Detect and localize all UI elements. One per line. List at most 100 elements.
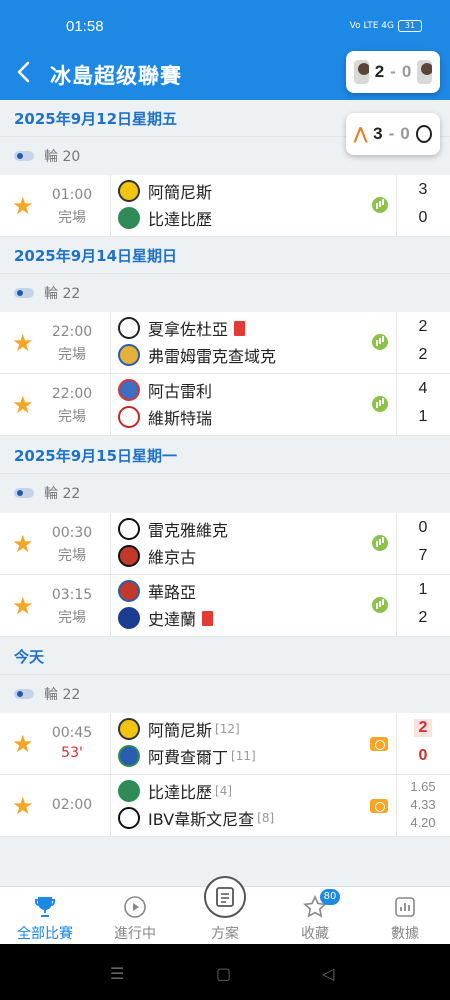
home-score: 0 [418, 519, 428, 536]
nav-live[interactable]: 進行中 [90, 887, 180, 945]
team-rank: [8] [257, 811, 275, 825]
live-score-card[interactable]: 2 - 0 [346, 51, 440, 93]
match-minute: 53' [61, 745, 83, 761]
match-row[interactable]: ★ 00:45 53' 阿簡尼斯 [12] 阿費查爾丁 [11] 2 0 [0, 713, 450, 775]
favorite-star-icon[interactable]: ★ [12, 793, 34, 819]
match-status: 完場 [58, 210, 86, 226]
favorite-star-icon[interactable]: ★ [12, 193, 34, 219]
nav-favorites[interactable]: 收藏 [270, 887, 360, 945]
favorite-star-icon[interactable]: ★ [12, 392, 34, 418]
home-score: 2 [418, 318, 428, 335]
odds-draw: 4.33 [410, 797, 436, 812]
team-badge-icon [118, 344, 140, 366]
play-icon [124, 896, 146, 918]
date-header: 2025年9月14日星期日 [0, 237, 450, 273]
stats-icon[interactable] [372, 535, 388, 551]
battery-icon: 31 [398, 20, 422, 32]
away-score: 0 [418, 209, 428, 226]
home-score: 1 [418, 581, 428, 598]
team-badge-icon [118, 207, 140, 229]
match-status: 完場 [58, 548, 86, 564]
team-badge-icon [118, 780, 140, 802]
match-time: 22:00 [51, 386, 93, 402]
back-arrow-icon[interactable] [14, 60, 34, 84]
favorite-star-icon[interactable]: ★ [12, 731, 34, 757]
team-badge-icon [118, 807, 140, 829]
league-logo-icon [14, 689, 34, 699]
favorite-star-icon[interactable]: ★ [12, 593, 34, 619]
status-bar: 01:58 Vo LTE 4G 31 [0, 0, 450, 50]
round-row: 輪 22 [0, 473, 450, 511]
team-badge-icon [118, 580, 140, 602]
live-away-score: 0 [400, 124, 410, 143]
team-badge-icon [118, 545, 140, 567]
date-header: 今天 [0, 638, 450, 674]
away-score: 2 [418, 609, 428, 626]
favorite-star-icon[interactable]: ★ [12, 531, 34, 557]
match-row[interactable]: ★ 03:15 完場 華路亞 史達蘭 1 2 [0, 575, 450, 637]
match-time: 00:30 [51, 525, 93, 541]
plans-fab-button[interactable] [204, 876, 246, 918]
away-team: 史達蘭 [118, 607, 214, 629]
stats-icon[interactable] [372, 597, 388, 613]
live-field-icon[interactable] [370, 799, 388, 813]
back-triangle-icon[interactable]: ◁ [322, 964, 334, 983]
menu-icon[interactable]: ☰ [110, 964, 124, 983]
nav-label: 進行中 [114, 926, 156, 942]
match-row[interactable]: ★ 22:00 完場 夏拿佐杜亞 弗雷姆雷克查域克 2 2 [0, 312, 450, 374]
nav-label: 全部比賽 [17, 926, 73, 942]
match-row[interactable]: ★ 22:00 完場 阿古雷利 維斯特瑞 4 1 [0, 374, 450, 436]
round-row: 輪 22 [0, 674, 450, 712]
nav-label: 數據 [391, 926, 419, 942]
away-team: 弗雷姆雷克查域克 [118, 344, 276, 366]
nav-all-matches[interactable]: 全部比賽 [0, 887, 90, 945]
away-score: 1 [418, 408, 428, 425]
chart-icon [395, 897, 415, 917]
team-badge-icon [118, 180, 140, 202]
home-square-icon[interactable]: ▢ [216, 964, 231, 983]
favorite-star-icon[interactable]: ★ [12, 330, 34, 356]
home-team: 雷克雅維克 [118, 518, 228, 540]
home-team: 阿古雷利 [118, 379, 212, 401]
match-row[interactable]: ★ 02:00 比達比歷 [4] IBV韋斯文尼查 [8] 1.65 4.33 4.… [0, 775, 450, 837]
team-badge-icon [118, 379, 140, 401]
away-score: 2 [418, 346, 428, 363]
round-label: 輪 22 [44, 486, 81, 502]
stats-icon[interactable] [372, 396, 388, 412]
team-rank: [4] [215, 784, 233, 798]
match-time: 00:45 [51, 725, 93, 741]
stats-icon[interactable] [372, 197, 388, 213]
status-time: 01:58 [66, 18, 104, 35]
signal-icon: Vo LTE 4G [349, 21, 394, 31]
league-logo-icon [14, 151, 34, 161]
away-team: 阿費查爾丁 [11] [118, 745, 256, 767]
team-rank: [12] [215, 722, 240, 736]
date-header: 2025年9月15日星期一 [0, 437, 450, 473]
match-status: 完場 [58, 347, 86, 363]
player-avatar [354, 60, 369, 84]
match-row[interactable]: ★ 01:00 完場 阿簡尼斯 比達比歷 3 0 [0, 175, 450, 237]
team-rank: [11] [231, 749, 256, 763]
live-field-icon[interactable] [370, 737, 388, 751]
round-label: 輪 22 [44, 286, 81, 302]
live-score-card[interactable]: ⋀ 3 - 0 [346, 113, 440, 155]
nav-data[interactable]: 數據 [360, 887, 450, 945]
nav-label: 方案 [211, 926, 239, 942]
red-card-icon [234, 320, 246, 336]
stats-icon[interactable] [372, 334, 388, 350]
away-team: 維京古 [118, 545, 196, 567]
player-avatar [417, 60, 432, 84]
round-row: 輪 22 [0, 273, 450, 311]
nav-label: 收藏 [301, 926, 329, 942]
round-label: 輪 20 [44, 149, 81, 165]
away-score: 0 [418, 747, 428, 764]
match-time: 02:00 [51, 797, 93, 813]
live-home-score: 3 [373, 124, 383, 143]
home-team: 華路亞 [118, 580, 196, 602]
trophy-icon [35, 897, 55, 917]
document-icon [216, 887, 234, 907]
team-badge-icon [118, 317, 140, 339]
league-logo-icon [14, 288, 34, 298]
system-nav-bar: ☰ ▢ ◁ [0, 944, 450, 1000]
match-row[interactable]: ★ 00:30 完場 雷克雅維克 維京古 0 7 [0, 513, 450, 575]
